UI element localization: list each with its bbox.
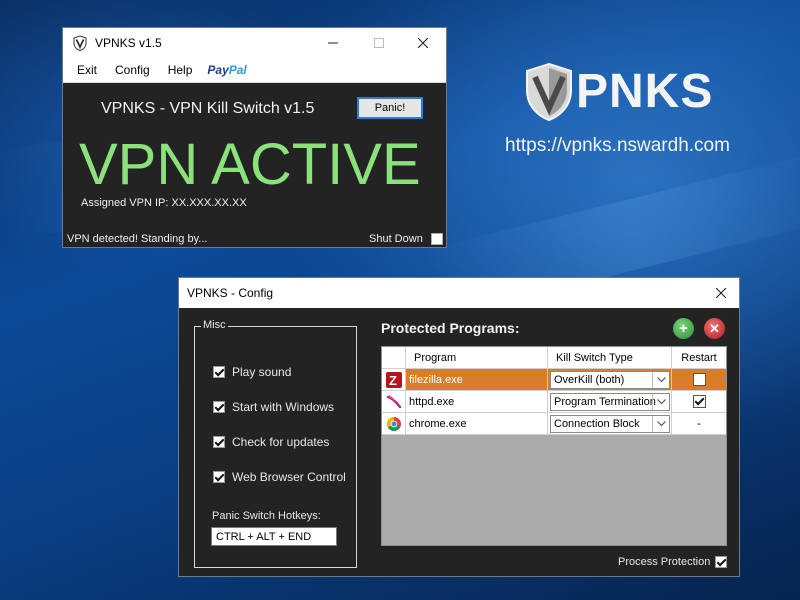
check-updates-checkbox[interactable]	[213, 436, 225, 448]
config-body: Misc Play sound Start with Windows Check…	[179, 308, 739, 576]
paypal-text-part2: Pal	[228, 63, 247, 77]
option-label: Play sound	[232, 365, 292, 379]
option-label: Web Browser Control	[232, 470, 346, 484]
menubar: Exit Config Help PayPal	[63, 58, 446, 83]
web-browser-control-checkbox[interactable]	[213, 471, 225, 483]
menu-help[interactable]: Help	[159, 63, 202, 77]
restart-checkbox[interactable]	[692, 395, 706, 408]
shutdown-label: Shut Down	[369, 233, 423, 245]
table-row[interactable]: chrome.exe Connection Block -	[382, 413, 726, 435]
table-header-row: Program Kill Switch Type Restart	[382, 347, 726, 369]
option-check-updates[interactable]: Check for updates	[213, 435, 329, 449]
minimize-icon	[328, 42, 338, 44]
brand-name: PNKS	[576, 65, 714, 118]
brand-logo: PNKS	[524, 62, 713, 122]
option-web-browser-control[interactable]: Web Browser Control	[213, 470, 346, 484]
remove-program-button[interactable]: ✕	[704, 318, 725, 339]
config-titlebar[interactable]: VPNKS - Config	[179, 278, 739, 308]
assigned-ip: Assigned VPN IP: XX.XXX.XX.XX	[81, 197, 247, 209]
misc-legend: Misc	[201, 319, 228, 331]
kill-type-cell: OverKill (both)	[548, 369, 672, 391]
maximize-icon	[374, 38, 384, 48]
config-window: VPNKS - Config Misc Play sound Start wit…	[178, 277, 740, 577]
protected-programs-title: Protected Programs:	[381, 320, 520, 336]
main-body: VPNKS - VPN Kill Switch v1.5 Panic! VPN …	[63, 83, 446, 249]
restart-cell	[672, 369, 726, 391]
vpnks-shield-logo-icon	[526, 62, 572, 122]
chrome-icon	[386, 416, 401, 431]
program-name: chrome.exe	[406, 413, 548, 435]
menu-exit[interactable]: Exit	[68, 63, 106, 77]
table-row[interactable]: Z filezilla.exe OverKill (both)	[382, 369, 726, 391]
paypal-text-part1: Pay	[207, 63, 229, 77]
restart-cell	[672, 391, 726, 413]
header-kill-switch-type[interactable]: Kill Switch Type	[548, 347, 672, 369]
option-label: Start with Windows	[232, 400, 335, 414]
chevron-down-icon	[652, 415, 669, 432]
add-program-button[interactable]: +	[673, 318, 694, 339]
kill-switch-type-value: Connection Block	[554, 417, 640, 430]
close-icon	[716, 288, 726, 298]
close-button[interactable]	[400, 28, 446, 58]
kill-switch-type-value: OverKill (both)	[554, 373, 625, 386]
header-icon-cell	[382, 347, 406, 369]
main-titlebar[interactable]: VPNKS v1.5	[63, 28, 446, 58]
status-bar-text: VPN detected! Standing by...	[67, 233, 208, 245]
chevron-down-icon	[652, 393, 669, 410]
httpd-icon	[386, 394, 401, 408]
option-start-with-windows[interactable]: Start with Windows	[213, 400, 334, 414]
misc-group: Misc Play sound Start with Windows Check…	[194, 319, 357, 568]
minimize-button[interactable]	[310, 28, 356, 58]
process-protection-label: Process Protection	[618, 556, 711, 568]
header-program[interactable]: Program	[406, 347, 548, 369]
panic-button[interactable]: Panic!	[357, 97, 423, 119]
config-window-title: VPNKS - Config	[187, 286, 274, 300]
hotkey-input[interactable]	[211, 527, 337, 546]
restart-checkbox[interactable]	[692, 373, 706, 386]
kill-switch-type-select[interactable]: OverKill (both)	[550, 370, 670, 389]
maximize-button[interactable]	[356, 28, 402, 58]
filezilla-icon: Z	[385, 371, 402, 388]
play-sound-checkbox[interactable]	[213, 366, 225, 378]
option-play-sound[interactable]: Play sound	[213, 365, 291, 379]
paypal-link[interactable]: PayPal	[201, 63, 246, 77]
option-label: Check for updates	[232, 435, 330, 449]
kill-switch-type-select[interactable]: Program Termination	[550, 392, 670, 411]
app-title: VPNKS - VPN Kill Switch v1.5	[101, 100, 315, 117]
shield-icon	[73, 35, 87, 51]
programs-table: Program Kill Switch Type Restart Z filez…	[381, 346, 727, 546]
config-close-button[interactable]	[701, 278, 741, 308]
kill-type-cell: Program Termination	[548, 391, 672, 413]
plus-icon: +	[679, 320, 688, 337]
restart-value: -	[697, 417, 701, 430]
kill-switch-type-select[interactable]: Connection Block	[550, 414, 670, 433]
kill-switch-type-value: Program Termination	[554, 395, 656, 408]
program-name: filezilla.exe	[406, 369, 548, 391]
restart-cell: -	[672, 413, 726, 435]
brand-url: https://vpnks.nswardh.com	[505, 135, 730, 156]
kill-type-cell: Connection Block	[548, 413, 672, 435]
hotkey-label: Panic Switch Hotkeys:	[212, 510, 321, 522]
close-icon	[418, 38, 428, 48]
x-icon: ✕	[709, 321, 720, 336]
chevron-down-icon	[652, 371, 669, 388]
main-window: VPNKS v1.5 Exit Config Help PayPal VPNKS…	[62, 27, 447, 248]
process-protection-checkbox[interactable]	[715, 556, 727, 568]
row-icon-cell: Z	[382, 369, 406, 391]
row-icon-cell	[382, 391, 406, 413]
menu-config[interactable]: Config	[106, 63, 159, 77]
row-icon-cell	[382, 413, 406, 435]
start-with-windows-checkbox[interactable]	[213, 401, 225, 413]
svg-text:Z: Z	[389, 373, 397, 388]
header-restart[interactable]: Restart	[672, 347, 726, 369]
vpn-status-banner: VPN ACTIVE	[79, 132, 421, 197]
table-row[interactable]: httpd.exe Program Termination	[382, 391, 726, 413]
program-name: httpd.exe	[406, 391, 548, 413]
window-title: VPNKS v1.5	[95, 36, 162, 50]
shutdown-checkbox[interactable]	[431, 233, 443, 245]
